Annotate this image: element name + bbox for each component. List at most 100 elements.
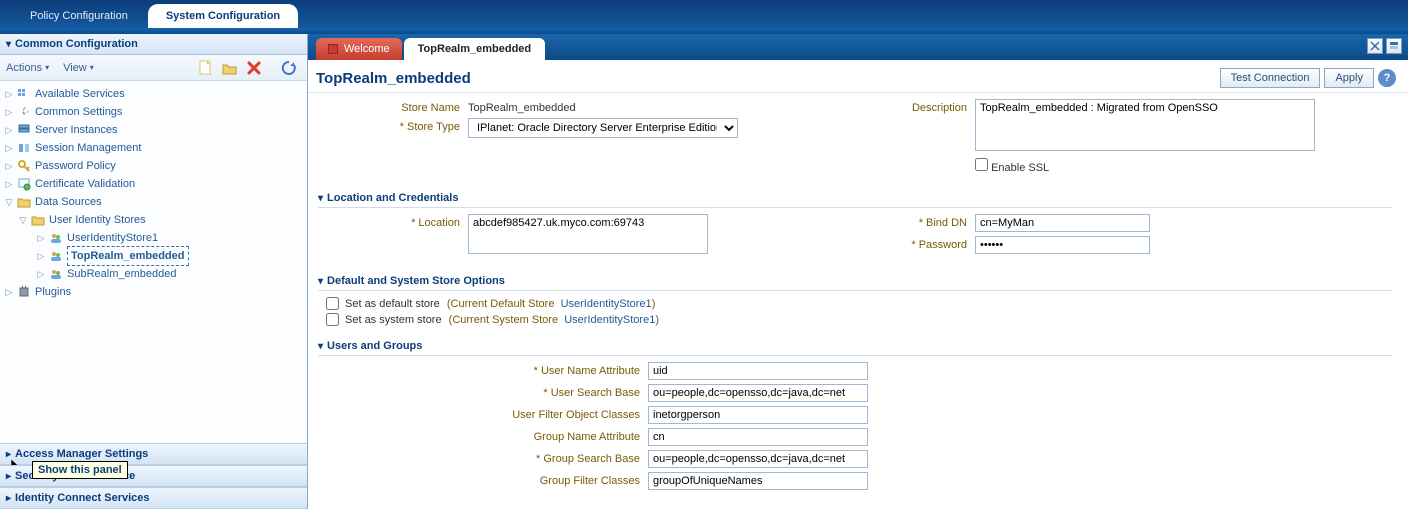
user-filter-label: User Filter Object Classes xyxy=(498,406,648,421)
view-menu-label: View xyxy=(63,62,87,74)
group-search-base-input[interactable] xyxy=(648,450,868,468)
set-default-store-checkbox[interactable] xyxy=(326,297,339,310)
expand-icon[interactable]: ▷ xyxy=(2,85,16,103)
users-icon xyxy=(48,248,64,264)
content-area: Welcome TopRealm_embedded TopRealm_embed… xyxy=(308,34,1408,509)
tree-plugins[interactable]: Plugins xyxy=(35,283,71,301)
expand-icon[interactable]: ▷ xyxy=(34,247,48,265)
apply-button[interactable]: Apply xyxy=(1324,68,1374,88)
inner-tab-bar: Welcome TopRealm_embedded xyxy=(308,34,1408,60)
view-menu[interactable]: View▾ xyxy=(63,62,94,74)
panel-access-manager-settings[interactable]: ▸ Access Manager Settings Show this pane… xyxy=(0,443,307,465)
panel-identity-connect-services[interactable]: ▸ Identity Connect Services xyxy=(0,487,307,509)
enable-ssl-checkbox[interactable]: Enable SSL xyxy=(975,162,1049,174)
bind-dn-input[interactable] xyxy=(975,214,1150,232)
set-system-store-checkbox[interactable] xyxy=(326,313,339,326)
group-name-attr-label: Group Name Attribute xyxy=(498,428,648,443)
user-name-attr-input[interactable] xyxy=(648,362,868,380)
tab-list-icon[interactable] xyxy=(1386,38,1402,54)
chevron-down-icon: ▾ xyxy=(318,341,323,352)
chevron-right-icon: ▸ xyxy=(6,493,11,504)
expand-icon[interactable]: ▷ xyxy=(34,229,48,247)
help-icon[interactable]: ? xyxy=(1378,69,1396,87)
expand-icon[interactable]: ▷ xyxy=(34,265,48,283)
tree-user-identity-stores[interactable]: User Identity Stores xyxy=(49,211,146,229)
group-filter-input[interactable] xyxy=(648,472,868,490)
default-store-hint: Current Default Store xyxy=(451,298,555,310)
tree-session-management[interactable]: Session Management xyxy=(35,139,141,157)
actions-menu-label: Actions xyxy=(6,62,42,74)
default-store-value: UserIdentityStore1 xyxy=(561,298,652,310)
description-textarea[interactable]: TopRealm_embedded : Migrated from OpenSS… xyxy=(975,99,1315,151)
store-type-select[interactable]: IPlanet: Oracle Directory Server Enterpr… xyxy=(468,118,738,138)
tab-system-configuration[interactable]: System Configuration xyxy=(148,4,298,28)
set-default-store-label: Set as default store xyxy=(345,298,440,310)
user-filter-input[interactable] xyxy=(648,406,868,424)
collapse-icon[interactable]: ▽ xyxy=(16,211,30,229)
password-label: Password xyxy=(855,236,975,251)
group-name-attr-input[interactable] xyxy=(648,428,868,446)
password-input[interactable] xyxy=(975,236,1150,254)
group-search-base-label: Group Search Base xyxy=(498,450,648,465)
collapse-icon[interactable]: ▽ xyxy=(2,193,16,211)
folder-icon xyxy=(30,212,46,228)
tooltip: Show this panel xyxy=(32,461,128,479)
system-store-hint: Current System Store xyxy=(452,314,558,326)
user-search-base-input[interactable] xyxy=(648,384,868,402)
tree-data-sources[interactable]: Data Sources xyxy=(35,193,102,211)
location-textarea[interactable]: abcdef985427.uk.myco.com:69743 xyxy=(468,214,708,254)
key-icon xyxy=(16,158,32,174)
tab-welcome-label: Welcome xyxy=(344,43,390,55)
tab-policy-configuration[interactable]: Policy Configuration xyxy=(12,4,146,28)
chevron-down-icon: ▾ xyxy=(318,193,323,204)
expand-icon[interactable]: ▷ xyxy=(2,175,16,193)
sidebar: ▾ Common Configuration Actions▾ View▾ ▷A… xyxy=(0,34,308,509)
expand-icon[interactable]: ▷ xyxy=(2,283,16,301)
tab-toprealm-embedded[interactable]: TopRealm_embedded xyxy=(404,38,546,60)
services-icon xyxy=(16,86,32,102)
panel-common-configuration-header[interactable]: ▾ Common Configuration xyxy=(0,34,307,55)
server-icon xyxy=(16,122,32,138)
user-search-base-label: User Search Base xyxy=(498,384,648,399)
system-store-value: UserIdentityStore1 xyxy=(564,314,655,326)
certificate-icon xyxy=(16,176,32,192)
form-body: Store Name TopRealm_embedded Store Type … xyxy=(308,93,1408,509)
expand-icon[interactable]: ▷ xyxy=(2,157,16,175)
tree-server-instances[interactable]: Server Instances xyxy=(35,121,118,139)
new-document-icon[interactable] xyxy=(197,59,215,77)
tree-available-services[interactable]: Available Services xyxy=(35,85,125,103)
folder-open-icon[interactable] xyxy=(221,59,239,77)
users-icon xyxy=(48,266,64,282)
sidebar-tree: ▷ Available Services ▷ Common Settings ▷ Se… xyxy=(0,81,307,443)
close-tab-icon[interactable] xyxy=(1367,38,1383,54)
store-name-label: Store Name xyxy=(318,99,468,114)
tab-current-label: TopRealm_embedded xyxy=(418,43,532,55)
tree-certificate-validation[interactable]: Certificate Validation xyxy=(35,175,135,193)
tab-welcome[interactable]: Welcome xyxy=(316,38,402,60)
tree-common-settings[interactable]: Common Settings xyxy=(35,103,122,121)
expand-icon[interactable]: ▷ xyxy=(2,103,16,121)
test-connection-button[interactable]: Test Connection xyxy=(1220,68,1321,88)
wrench-icon xyxy=(16,104,32,120)
expand-icon[interactable]: ▷ xyxy=(2,121,16,139)
chevron-down-icon: ▾ xyxy=(318,276,323,287)
actions-menu[interactable]: Actions▾ xyxy=(6,62,49,74)
section-title: Location and Credentials xyxy=(327,192,458,204)
panel-label: Identity Connect Services xyxy=(15,492,150,504)
section-default-system-store[interactable]: ▾Default and System Store Options xyxy=(318,275,1392,291)
expand-icon[interactable]: ▷ xyxy=(2,139,16,157)
caret-down-icon: ▾ xyxy=(45,63,49,72)
delete-icon[interactable] xyxy=(245,59,263,77)
tree-user-identity-store-1[interactable]: UserIdentityStore1 xyxy=(67,229,158,247)
store-type-label: Store Type xyxy=(318,118,468,133)
tree-subrealm-embedded[interactable]: SubRealm_embedded xyxy=(67,265,176,283)
tree-toprealm-embedded[interactable]: TopRealm_embedded xyxy=(67,246,189,266)
set-system-store-label: Set as system store xyxy=(345,314,442,326)
section-users-groups[interactable]: ▾Users and Groups xyxy=(318,340,1392,356)
panel-label: Access Manager Settings xyxy=(15,448,148,460)
tree-password-policy[interactable]: Password Policy xyxy=(35,157,116,175)
bind-dn-label: Bind DN xyxy=(855,214,975,229)
plugin-icon xyxy=(16,284,32,300)
section-location-credentials[interactable]: ▾ Location and Credentials xyxy=(318,192,1392,208)
refresh-icon[interactable] xyxy=(280,59,298,77)
